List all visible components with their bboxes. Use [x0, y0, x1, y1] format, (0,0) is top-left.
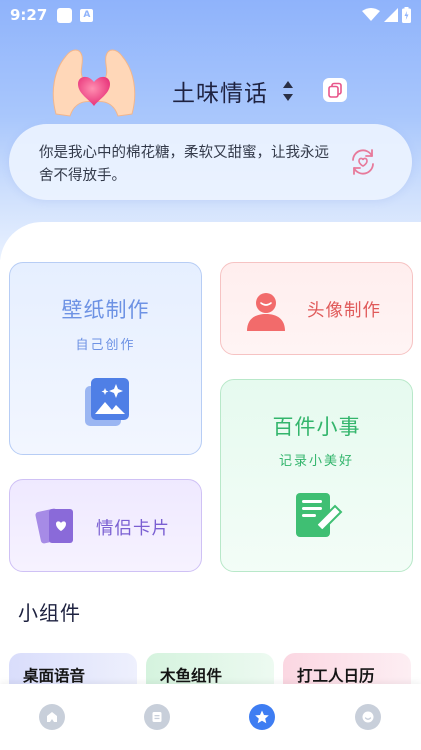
keyboard-notification-icon: A: [80, 8, 94, 22]
signal-icon: [384, 8, 398, 22]
sort-updown-icon[interactable]: [282, 80, 294, 102]
tab-profile[interactable]: [355, 704, 381, 730]
bottom-tab-bar: [0, 684, 421, 750]
refresh-heart-icon[interactable]: [347, 146, 379, 178]
category-selector[interactable]: 土味情话: [172, 74, 294, 108]
avatar-maker-card[interactable]: 头像制作: [220, 262, 413, 355]
widgets-section-title: 小组件: [18, 601, 81, 625]
document-icon: [152, 712, 162, 722]
copy-icon: [328, 82, 342, 98]
smile-icon: [362, 711, 374, 723]
notification-icon: [57, 7, 73, 23]
quote-card: 你是我心中的棉花糖，柔软又甜蜜，让我永远舍不得放手。: [9, 124, 412, 200]
hundred-things-subtitle: 记录小美好: [278, 454, 354, 469]
couple-card-title: 情侣卡片: [96, 519, 170, 539]
home-icon: [47, 712, 57, 722]
couple-card-card[interactable]: 情侣卡片: [9, 479, 202, 572]
widget-label: 桌面语音: [23, 667, 86, 685]
status-time: 9:27: [10, 6, 48, 24]
couple-cards-icon: [35, 508, 73, 544]
notepad-pen-icon: [296, 493, 343, 537]
battery-icon: [402, 7, 411, 23]
category-title[interactable]: 土味情话: [172, 74, 268, 108]
wifi-icon: [362, 8, 380, 21]
copy-button[interactable]: [323, 78, 347, 102]
tab-home[interactable]: [39, 704, 65, 730]
widget-label: 木鱼组件: [160, 667, 223, 685]
image-gallery-icon: [85, 378, 129, 426]
widget-label: 打工人日历: [297, 667, 375, 685]
hundred-things-card[interactable]: 百件小事 记录小美好: [220, 379, 413, 572]
tab-documents[interactable]: [144, 704, 170, 730]
star-icon: [255, 710, 269, 724]
hundred-things-title: 百件小事: [272, 415, 361, 439]
heart-hands-icon: [52, 49, 136, 117]
wallpaper-maker-card[interactable]: 壁纸制作 自己创作: [9, 262, 202, 455]
avatar-maker-title: 头像制作: [307, 301, 381, 321]
wallpaper-maker-subtitle: 自己创作: [75, 338, 136, 353]
status-bar: 9:27 A: [0, 0, 421, 30]
quote-text: 你是我心中的棉花糖，柔软又甜蜜，让我永远舍不得放手。: [39, 145, 329, 184]
wallpaper-maker-title: 壁纸制作: [61, 298, 150, 322]
tab-favorites[interactable]: [249, 704, 275, 730]
user-avatar-icon: [247, 293, 285, 331]
